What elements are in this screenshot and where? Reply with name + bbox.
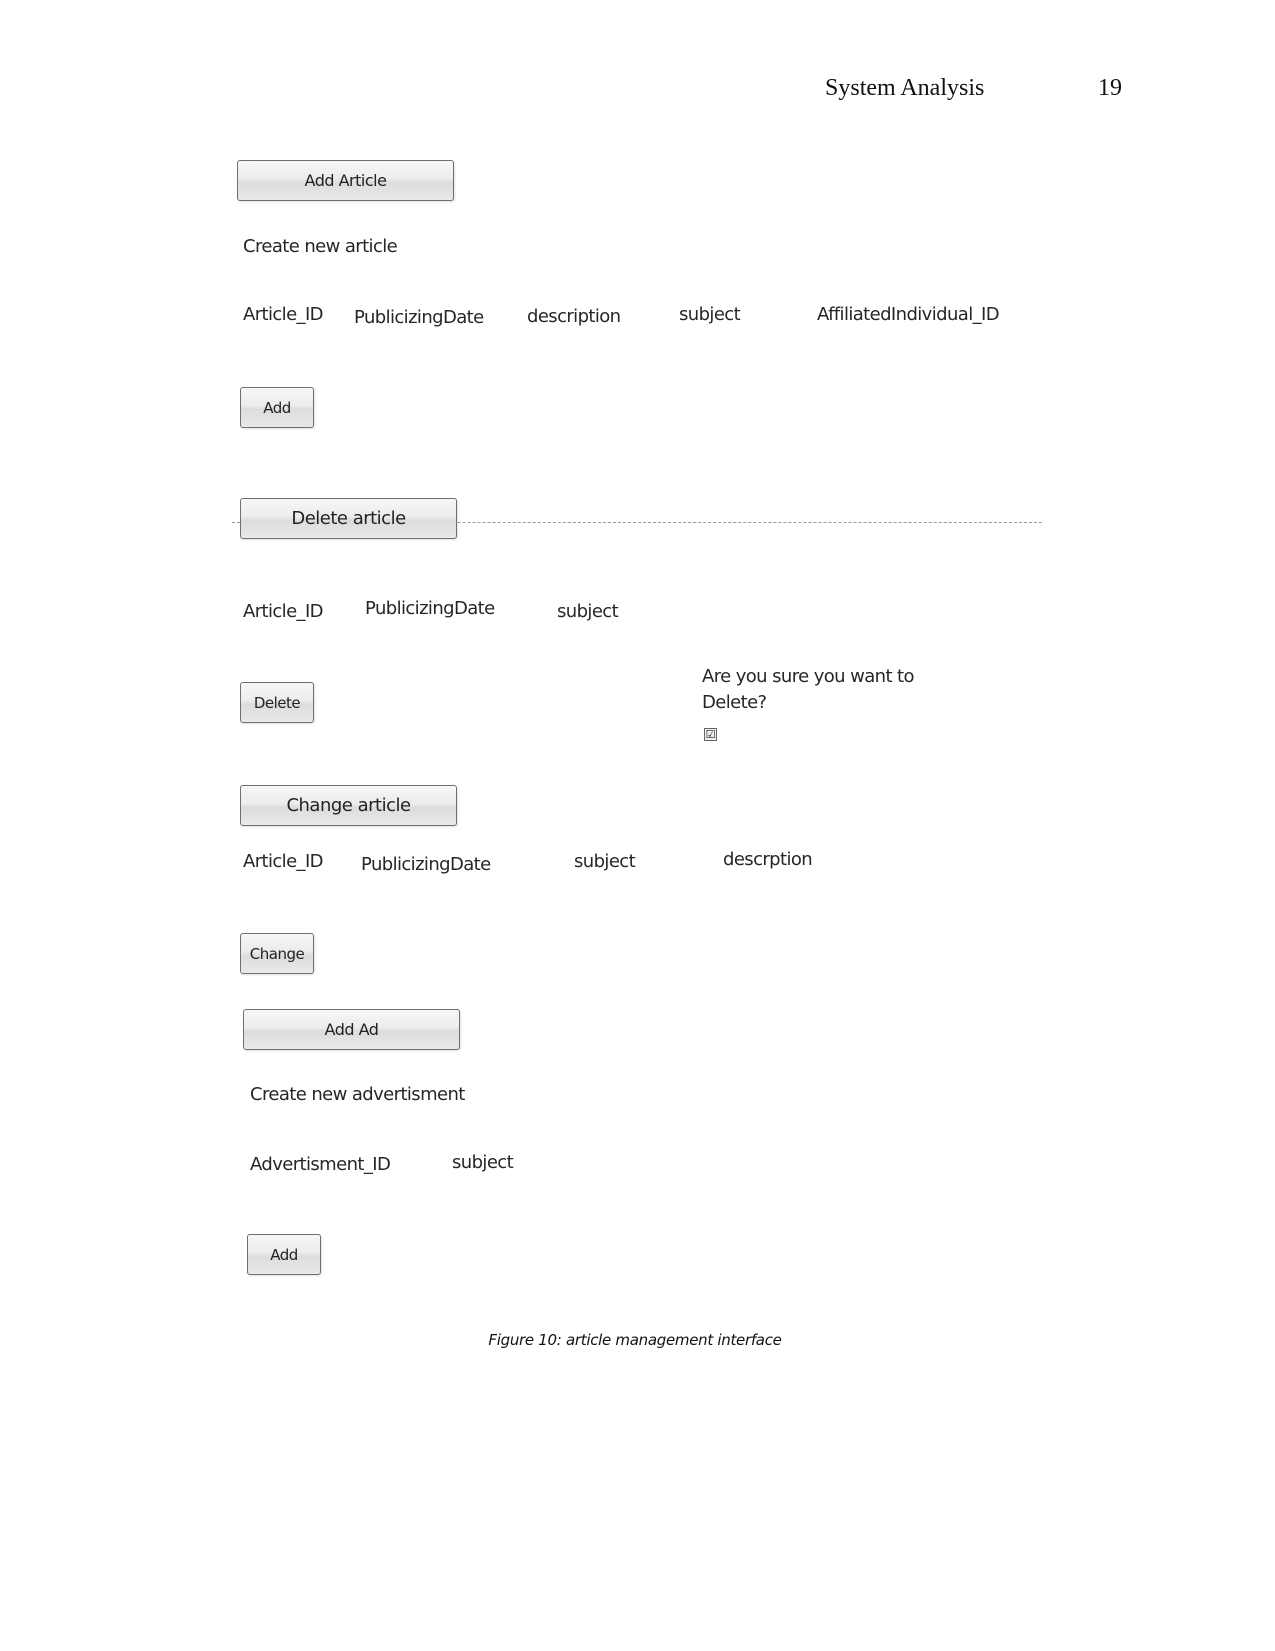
change-article-button[interactable]: Change article: [240, 785, 457, 826]
field-label-description: descrption: [723, 849, 813, 870]
delete-confirm-text: Are you sure you want to: [702, 666, 915, 687]
delete-confirm-text-line2: Delete?: [702, 692, 767, 713]
field-label-description: description: [527, 306, 621, 327]
change-submit-button[interactable]: Change: [240, 933, 314, 974]
delete-article-button[interactable]: Delete article: [240, 498, 457, 539]
create-new-advertisment-label: Create new advertisment: [250, 1084, 465, 1105]
delete-submit-button[interactable]: Delete: [240, 682, 314, 723]
running-header-title: System Analysis: [825, 75, 985, 101]
field-label-affiliated-individual-id: AffiliatedIndividual_ID: [817, 304, 1000, 325]
add-ad-button[interactable]: Add Ad: [243, 1009, 460, 1050]
page-number: 19: [1098, 75, 1122, 101]
field-label-advertisment-id: Advertisment_ID: [250, 1154, 391, 1175]
add-article-button[interactable]: Add Article: [237, 160, 454, 201]
field-label-publicizing-date: PublicizingDate: [361, 854, 491, 875]
confirm-delete-checkbox[interactable]: ☑: [704, 728, 717, 741]
field-label-publicizing-date: PublicizingDate: [354, 307, 484, 328]
add-ad-submit-button[interactable]: Add: [247, 1234, 321, 1275]
field-label-subject: subject: [557, 601, 619, 622]
field-label-publicizing-date: PublicizingDate: [365, 598, 495, 619]
field-label-subject: subject: [679, 304, 741, 325]
add-article-submit-button[interactable]: Add: [240, 387, 314, 428]
create-new-article-label: Create new article: [243, 236, 398, 257]
figure-caption: Figure 10: article management interface: [488, 1331, 782, 1349]
field-label-article-id: Article_ID: [243, 851, 324, 872]
field-label-article-id: Article_ID: [243, 304, 324, 325]
field-label-subject: subject: [452, 1152, 514, 1173]
field-label-subject: subject: [574, 851, 636, 872]
field-label-article-id: Article_ID: [243, 601, 324, 622]
